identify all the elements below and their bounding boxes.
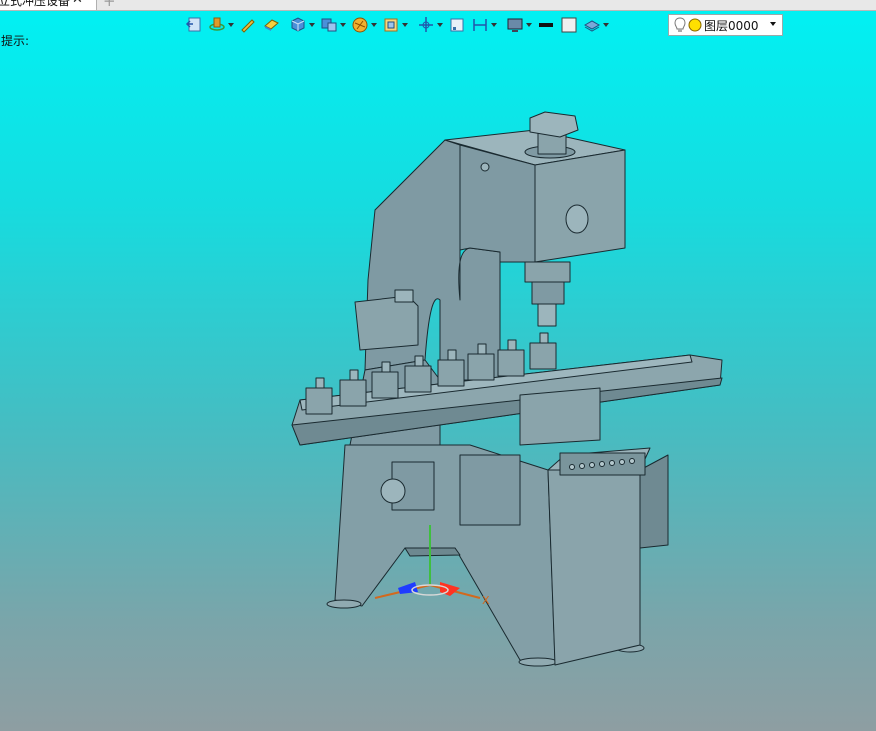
- render-style-icon: [352, 17, 368, 33]
- chevron-down-icon[interactable]: [491, 23, 497, 27]
- view-layout-button[interactable]: [319, 14, 347, 36]
- cube-button[interactable]: [288, 14, 316, 36]
- orbit-button[interactable]: [207, 14, 235, 36]
- chevron-down-icon: [770, 22, 776, 26]
- eraser-button[interactable]: [261, 14, 281, 36]
- x-axis-label: X: [482, 594, 490, 607]
- chevron-down-icon[interactable]: [437, 23, 443, 27]
- pencil-button[interactable]: [238, 14, 258, 36]
- monitor-button[interactable]: [505, 14, 533, 36]
- back-view-button[interactable]: [184, 14, 204, 36]
- back-view-icon: [185, 17, 201, 32]
- fill-color-icon: [561, 17, 577, 33]
- frame-button[interactable]: [381, 14, 409, 36]
- line-color-icon: [539, 23, 553, 27]
- layer-stack-button[interactable]: [582, 14, 610, 36]
- layer-name: 图层0000: [704, 18, 759, 33]
- orbit-icon: [209, 17, 225, 31]
- chevron-down-icon[interactable]: [309, 23, 315, 27]
- move-axis-button[interactable]: [416, 14, 444, 36]
- small-square-icon: [450, 18, 464, 32]
- model-viewport[interactable]: X: [0, 0, 876, 731]
- chevron-down-icon[interactable]: [603, 23, 609, 27]
- line-color-button[interactable]: [536, 14, 556, 36]
- view-toolbar: [184, 13, 610, 37]
- render-style-button[interactable]: [350, 14, 378, 36]
- small-square-button[interactable]: [447, 14, 467, 36]
- fill-color-button[interactable]: [559, 14, 579, 36]
- layer-select[interactable]: 图层0000: [668, 14, 783, 36]
- chevron-down-icon[interactable]: [340, 23, 346, 27]
- layer-stack-icon: [583, 20, 601, 32]
- cube-icon: [291, 17, 305, 32]
- chevron-down-icon[interactable]: [228, 23, 234, 27]
- pencil-icon: [241, 19, 255, 33]
- monitor-icon: [507, 18, 523, 32]
- move-axis-icon: [419, 17, 433, 32]
- chevron-down-icon[interactable]: [526, 23, 532, 27]
- layer-color-icon: [688, 18, 702, 32]
- chevron-down-icon[interactable]: [371, 23, 377, 27]
- chevron-down-icon[interactable]: [402, 23, 408, 27]
- lightbulb-icon: [674, 17, 686, 32]
- dimension-button[interactable]: [470, 14, 498, 36]
- eraser-icon: [264, 19, 279, 31]
- view-layout-icon: [321, 18, 337, 32]
- frame-icon: [384, 18, 398, 32]
- dimension-icon: [473, 19, 487, 31]
